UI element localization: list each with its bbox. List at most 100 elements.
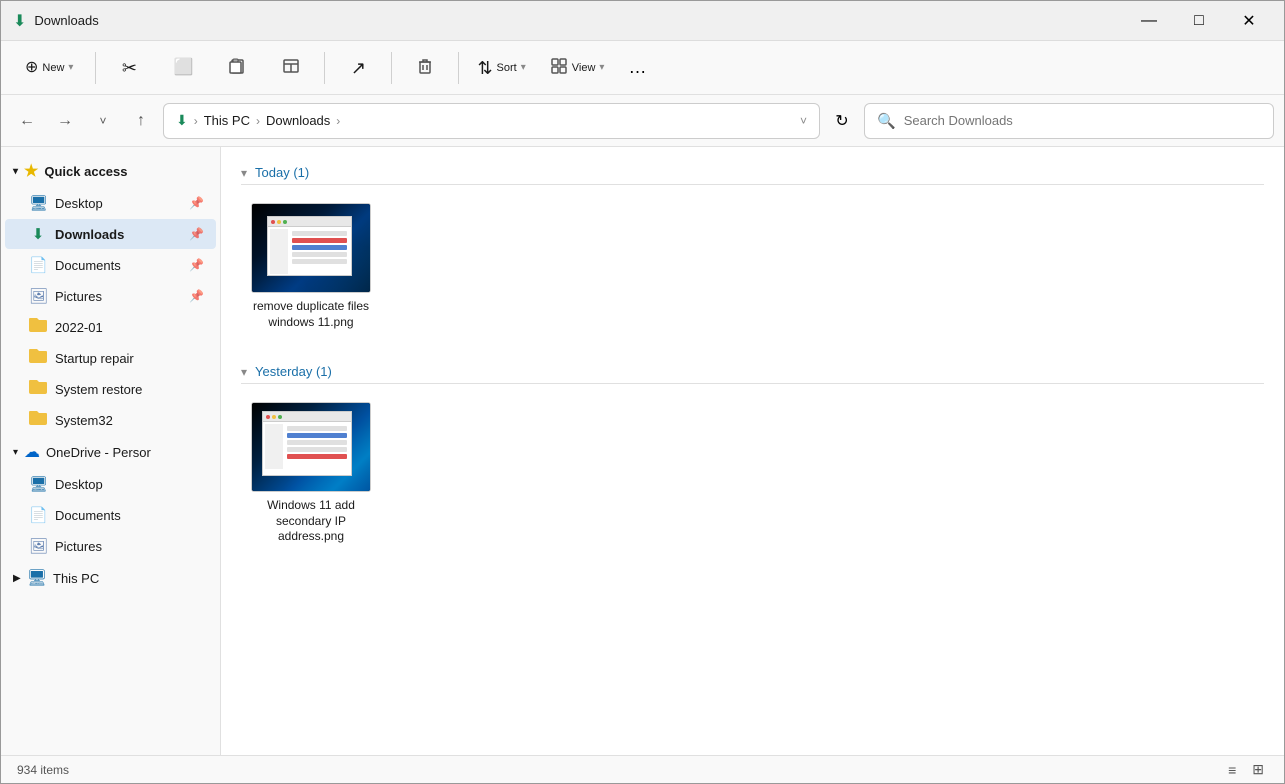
files-grid-today: remove duplicate files windows 11.png [241,197,1264,336]
thumb-row-1a [292,231,347,236]
thumb-row-2d [287,447,347,452]
sidebar-item-startup[interactable]: Startup repair [5,343,216,373]
thispc-icon: 🖥 [27,568,47,588]
file-thumbnail-2 [251,402,371,492]
thumb-bg-1 [252,204,371,293]
sort-chevron: ▾ [521,62,526,73]
thumb-win-2 [262,411,352,476]
refresh-button[interactable]: ↻ [826,105,858,137]
pin-icon-documents: 📌 [189,258,204,272]
file-name-2: Windows 11 add secondary IP address.png [247,498,375,545]
content-area: ▾ Today (1) [221,147,1284,755]
list-view-button[interactable]: ≡ [1224,759,1240,780]
copy-icon: ⬜ [173,60,193,76]
win2-dot-r [266,415,270,419]
group-today-header[interactable]: ▾ Today (1) [241,157,1264,185]
content-inner: ▾ Today (1) [221,147,1284,581]
minimize-button[interactable]: — [1126,5,1172,37]
onedrive-chevron: ▾ [13,447,18,458]
pictures-icon: 🖼 [29,287,47,305]
thumb-bg-2 [252,403,371,492]
title-bar: ⬇ Downloads — □ ✕ [1,1,1284,41]
search-icon: 🔍 [877,112,896,130]
group-yesterday-chevron[interactable]: ▾ [241,365,247,379]
file-item-1[interactable]: remove duplicate files windows 11.png [241,197,381,336]
sidebar: ▾ ★ Quick access 🖥 Desktop 📌 ⬇ Downloads… [1,147,221,755]
cut-button[interactable]: ✂ [104,46,154,90]
thumb-row-1b [292,238,347,243]
group-today-chevron[interactable]: ▾ [241,166,247,180]
folder-startup-icon [29,349,47,367]
rename-button[interactable] [266,46,316,90]
pin-icon-pictures: 📌 [189,289,204,303]
title-bar-title: Downloads [34,13,1126,28]
thumb-row-2a [287,426,347,431]
thumb-sidebar-2 [265,424,283,469]
win-dot-g [283,220,287,224]
win-dot-y [277,220,281,224]
thumb-main-1 [290,229,349,274]
sidebar-item-sysrestore[interactable]: System restore [5,374,216,404]
delete-button[interactable] [400,46,450,90]
win2-dot-g [278,415,282,419]
group-yesterday-header[interactable]: ▾ Yesterday (1) [241,356,1264,384]
thumb-row-1c [292,245,347,250]
thumb-row-2c [287,440,347,445]
search-input[interactable] [904,113,1261,128]
view-icon [550,57,568,78]
file-item-2[interactable]: Windows 11 add secondary IP address.png [241,396,381,551]
address-dropdown-chevron[interactable]: ˅ [800,114,807,128]
documents-icon: 📄 [29,256,47,274]
back-button[interactable]: ← [11,105,43,137]
share-icon: ↗ [351,59,366,77]
sort-button[interactable]: ⇅ Sort ▾ [467,46,535,90]
cut-icon: ✂ [122,59,137,77]
address-bar[interactable]: ⬇ › This PC › Downloads › ˅ [163,103,820,139]
address-downloads: Downloads [266,113,330,128]
view-button[interactable]: View ▾ [540,46,615,90]
recent-locations-button[interactable]: ˅ [87,105,119,137]
sidebar-item-od-pictures[interactable]: 🖼 Pictures [5,531,216,561]
sidebar-item-documents[interactable]: 📄 Documents 📌 [5,250,216,280]
more-options-button[interactable]: … [618,53,656,82]
delete-icon [416,57,434,78]
od-documents-icon: 📄 [29,506,47,524]
copy-button[interactable]: ⬜ [158,46,208,90]
maximize-button[interactable]: □ [1176,5,1222,37]
main-area: ▾ ★ Quick access 🖥 Desktop 📌 ⬇ Downloads… [1,147,1284,755]
thispc-header[interactable]: ▶ 🖥 This PC [1,562,220,594]
address-sep-2: › [256,114,260,128]
quick-access-header[interactable]: ▾ ★ Quick access [1,155,220,187]
sidebar-item-desktop[interactable]: 🖥 Desktop 📌 [5,188,216,218]
quick-access-star-icon: ★ [24,161,38,181]
sidebar-item-od-desktop[interactable]: 🖥 Desktop [5,469,216,499]
folder-2022-icon [29,318,47,336]
share-button[interactable]: ↗ [333,46,383,90]
forward-button[interactable]: → [49,105,81,137]
new-label: New [42,62,64,74]
sidebar-item-2022[interactable]: 2022-01 [5,312,216,342]
address-sep-1: › [194,114,198,128]
quick-access-chevron: ▾ [13,166,18,177]
sidebar-item-od-documents[interactable]: 📄 Documents [5,500,216,530]
group-yesterday-title: Yesterday (1) [255,364,332,379]
status-bar: 934 items ≡ ⊞ [1,755,1284,783]
paste-button[interactable] [212,46,262,90]
thumb-row-1e [292,259,347,264]
sidebar-item-downloads[interactable]: ⬇ Downloads 📌 [5,219,216,249]
window-controls: — □ ✕ [1126,5,1272,37]
grid-view-button[interactable]: ⊞ [1248,759,1268,780]
view-toggles: ≡ ⊞ [1224,759,1268,780]
new-icon: ⊕ [25,60,38,76]
new-button[interactable]: ⊕ New ▾ [11,46,87,90]
close-button[interactable]: ✕ [1226,5,1272,37]
toolbar-separator-4 [458,52,459,84]
sidebar-item-pictures[interactable]: 🖼 Pictures 📌 [5,281,216,311]
thumb-win-header-1 [268,217,351,227]
thumb-win-1 [267,216,352,276]
onedrive-header[interactable]: ▾ ☁ OneDrive - Persor [1,436,220,468]
downloads-sidebar-icon: ⬇ [29,225,47,243]
pin-icon-downloads: 📌 [189,227,204,241]
up-button[interactable]: ↑ [125,105,157,137]
sidebar-item-sys32[interactable]: System32 [5,405,216,435]
